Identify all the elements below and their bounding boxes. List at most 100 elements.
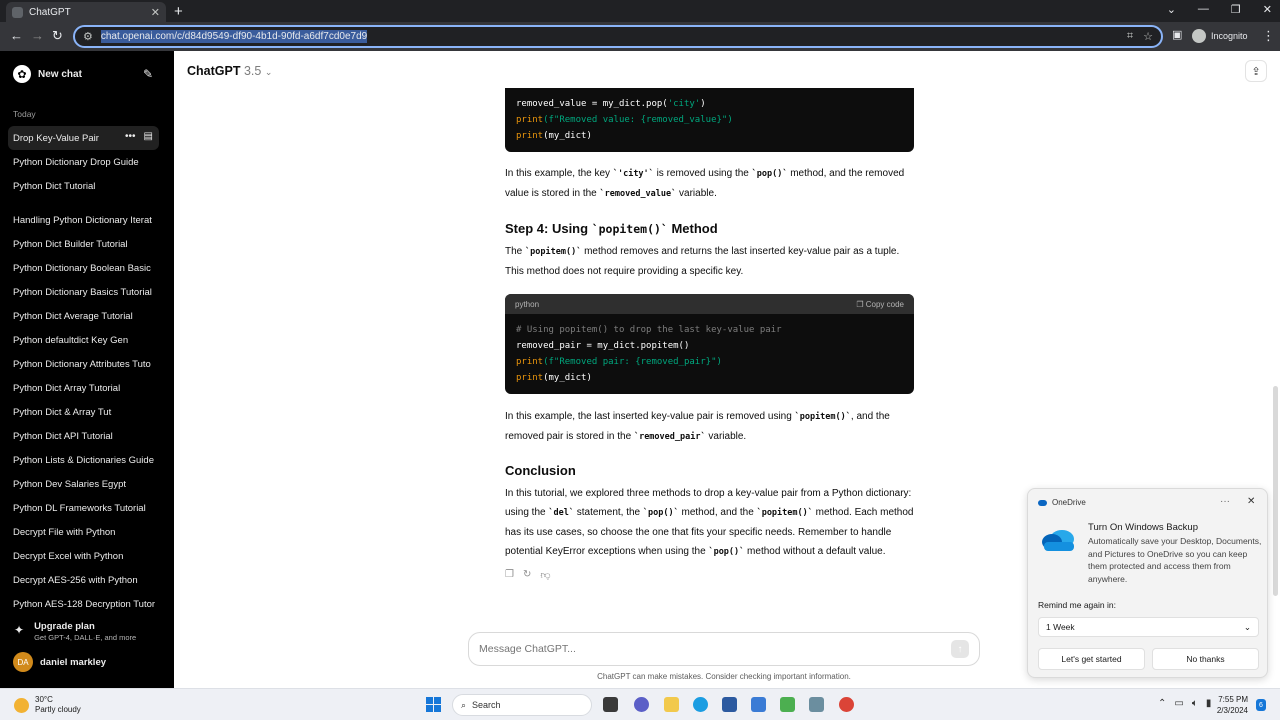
browser-tab-bar: ChatGPT ✕ + ⌄ — ❐ ✕ — [0, 0, 1280, 22]
network-icon[interactable]: ▭ — [1174, 698, 1183, 709]
message-actions: ❐ ↻ 👎︎ — [505, 569, 914, 581]
history-item[interactable]: Python Dev Salaries Egypt — [8, 472, 159, 496]
close-tab-icon[interactable]: ✕ — [151, 6, 160, 19]
app-icon[interactable] — [780, 697, 795, 712]
forward-icon[interactable]: → — [31, 28, 44, 43]
paragraph: In this example, the last inserted key-v… — [505, 411, 890, 442]
disclaimer-text: ChatGPT can make mistakes. Consider chec… — [597, 672, 851, 681]
history-item-label: Decrypt Excel with Python — [13, 550, 124, 562]
share-button[interactable]: ⇪ — [1245, 60, 1267, 82]
new-chat-button[interactable]: ✿ New chat — [13, 65, 82, 83]
history-item[interactable]: Python Dictionary Basics Tutorial — [8, 280, 159, 304]
lets-get-started-button[interactable]: Let's get started — [1038, 648, 1145, 670]
bookmark-star-icon[interactable]: ☆ — [1143, 30, 1153, 43]
teams-chat-icon[interactable] — [634, 697, 649, 712]
chevron-down-icon[interactable]: ⌄ — [1167, 3, 1176, 16]
compose-icon[interactable]: ✎ — [143, 67, 153, 81]
vscode-icon[interactable] — [751, 697, 766, 712]
temperature: 30°C — [35, 695, 53, 704]
code-header: python ❐ Copy code — [505, 294, 914, 314]
reload-icon[interactable]: ↻ — [52, 28, 63, 44]
side-panel-icon[interactable]: ▣ — [1172, 28, 1182, 41]
history-item-label: Python Dictionary Basics Tutorial — [13, 286, 152, 298]
history-item[interactable]: Decrypt Excel with Python — [8, 544, 159, 568]
window-controls: ⌄ — ❐ ✕ — [1167, 3, 1272, 16]
sidebar-item-drop-key-value-pair[interactable]: Drop Key-Value Pair ••• ▤ — [8, 126, 159, 150]
section-heading: Step 4: Using `popitem()` Method — [505, 221, 718, 236]
site-info-icon[interactable]: ⚙ — [83, 30, 93, 43]
history-item[interactable]: Python Dict Tutorial — [8, 174, 159, 198]
history-item[interactable]: Python Dict Array Tutorial — [8, 376, 159, 400]
browser-menu-icon[interactable]: ⋮ — [1262, 28, 1275, 44]
eye-off-icon[interactable]: ⌗ — [1127, 30, 1133, 43]
address-bar[interactable]: ⚙ chat.openai.com/c/d84d9549-df90-4b1d-9… — [73, 25, 1163, 48]
history-item-label: Python Dictionary Drop Guide — [13, 156, 139, 168]
remind-select[interactable]: 1 Week ⌄ — [1038, 617, 1259, 637]
copy-code-button[interactable]: ❐ Copy code — [856, 300, 904, 309]
assistant-message: removed_value = my_dict.pop('city') prin… — [505, 51, 914, 581]
clock[interactable]: 7:55 PM 2/3/2024 — [1208, 694, 1248, 716]
chrome-icon[interactable] — [839, 697, 854, 712]
archive-icon[interactable]: ▤ — [144, 131, 153, 142]
weather-widget[interactable]: 30°C Partly cloudy — [14, 695, 81, 715]
clock-date: 2/3/2024 — [1216, 706, 1248, 715]
history-item[interactable]: Python DL Frameworks Tutorial — [8, 496, 159, 520]
search-label: Search — [472, 700, 501, 710]
regenerate-icon[interactable]: ↻ — [523, 569, 531, 581]
notification-app-name: OneDrive — [1052, 498, 1086, 507]
message-input[interactable] — [479, 643, 951, 655]
incognito-indicator[interactable]: Incognito — [1192, 29, 1248, 43]
copy-icon[interactable]: ❐ — [505, 569, 514, 581]
history-item[interactable]: Python Dictionary Drop Guide — [8, 150, 159, 174]
new-tab-icon[interactable]: + — [174, 3, 183, 20]
thumbs-down-icon[interactable]: 👎︎ — [540, 569, 550, 581]
history-item[interactable]: Decrypt File with Python — [8, 520, 159, 544]
model-selector[interactable]: ChatGPT 3.5 ⌄ — [187, 64, 272, 78]
sparkle-icon: ✦ — [14, 623, 25, 637]
task-view-icon[interactable] — [603, 697, 618, 712]
history-item-label: Python DL Frameworks Tutorial — [13, 502, 146, 514]
arrow-up-icon: ↑ — [957, 643, 963, 655]
store-icon[interactable] — [722, 697, 737, 712]
history-item[interactable]: Python Dict API Tutorial — [8, 424, 159, 448]
minimize-icon[interactable]: — — [1198, 3, 1209, 16]
no-thanks-button[interactable]: No thanks — [1152, 648, 1259, 670]
scrollbar[interactable] — [1273, 386, 1278, 596]
more-options-icon[interactable]: ··· — [1220, 496, 1230, 507]
history-item[interactable]: Python Dict Average Tutorial — [8, 304, 159, 328]
history-item[interactable]: Decrypt AES-256 with Python — [8, 568, 159, 592]
edge-icon[interactable] — [693, 697, 708, 712]
history-item[interactable]: Python Dict & Array Tut — [8, 400, 159, 424]
history-item-label: Python Dict Array Tutorial — [13, 382, 121, 394]
history-item[interactable]: Python Dictionary Attributes Tuto — [8, 352, 159, 376]
history-item-label: Handling Python Dictionary Iterat — [13, 214, 152, 226]
more-options-icon[interactable]: ••• — [125, 131, 136, 142]
history-item[interactable]: Python Dict Builder Tutorial — [8, 232, 159, 256]
close-window-icon[interactable]: ✕ — [1263, 3, 1272, 16]
taskbar-search[interactable]: ⌕ Search — [452, 694, 592, 716]
history-item[interactable]: Handling Python Dictionary Iterat — [8, 208, 159, 232]
history-item[interactable]: Python AES-128 Decryption Tutor — [8, 592, 159, 616]
back-icon[interactable]: ← — [10, 28, 23, 43]
history-item[interactable]: Python Lists & Dictionaries Guide — [8, 448, 159, 472]
history-item[interactable]: Python Dictionary Boolean Basic — [8, 256, 159, 280]
code-block: removed_value = my_dict.pop('city') prin… — [505, 88, 914, 152]
upgrade-plan-button[interactable]: ✦ Upgrade plan Get GPT-4, DALL·E, and mo… — [14, 621, 136, 642]
url-text[interactable]: chat.openai.com/c/d84d9549-df90-4b1d-90f… — [100, 30, 368, 43]
start-button[interactable] — [426, 697, 441, 712]
history-item[interactable]: Python defaultdict Key Gen — [8, 328, 159, 352]
chevron-up-icon[interactable]: ⌃ — [1158, 698, 1166, 709]
weather-condition: Partly cloudy — [35, 705, 81, 714]
browser-tab[interactable]: ChatGPT ✕ — [6, 2, 166, 22]
incognito-label: Incognito — [1211, 31, 1248, 41]
volume-icon[interactable]: 🔈︎ — [1192, 698, 1198, 709]
user-menu-button[interactable]: DA daniel markley — [13, 652, 106, 672]
chatgpt-favicon-icon — [12, 6, 23, 18]
send-button[interactable]: ↑ — [951, 640, 969, 658]
file-explorer-icon[interactable] — [664, 697, 679, 712]
app-icon[interactable] — [809, 697, 824, 712]
close-icon[interactable]: ✕ — [1247, 496, 1255, 507]
restore-icon[interactable]: ❐ — [1231, 3, 1241, 16]
notification-badge[interactable]: 6 — [1256, 699, 1266, 711]
new-chat-label: New chat — [38, 68, 82, 80]
